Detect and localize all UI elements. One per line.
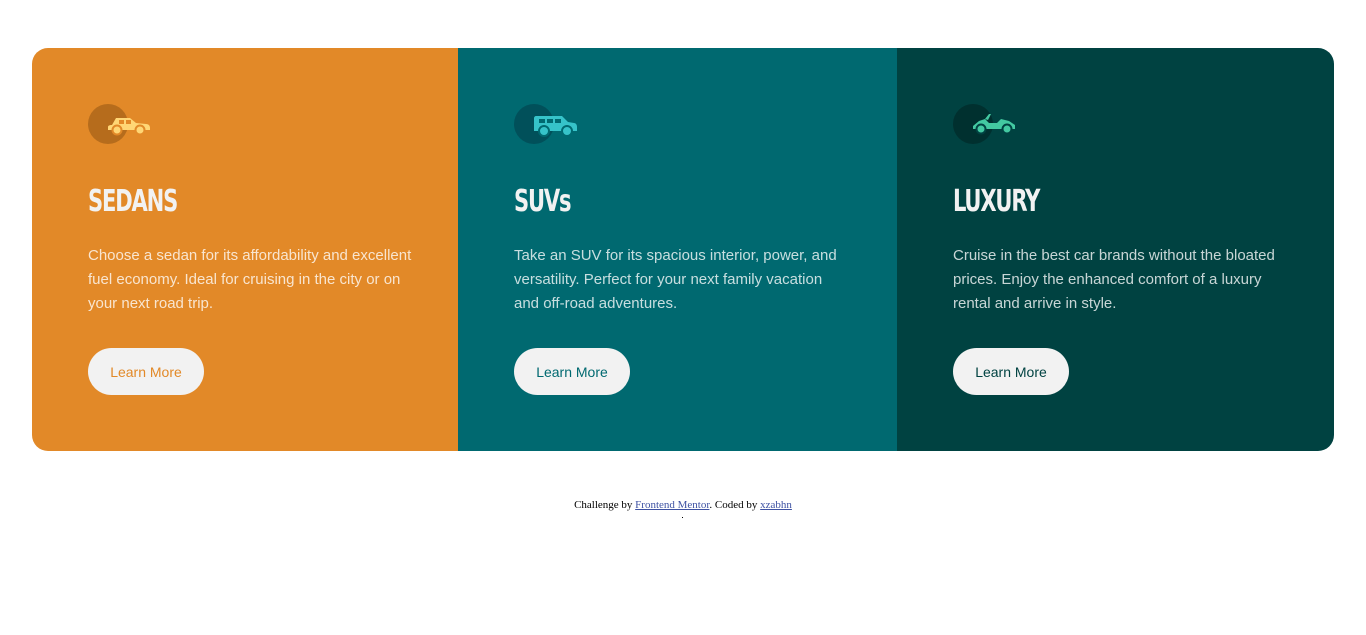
card-suvs: SUVs Take an SUV for its spacious interi… [458, 48, 897, 451]
learn-more-button[interactable]: Learn More [953, 348, 1069, 395]
learn-more-button[interactable]: Learn More [514, 348, 630, 395]
attribution: Challenge by Frontend Mentor. Coded by x… [0, 499, 1366, 511]
author-link[interactable]: xzabhn [760, 499, 792, 511]
attribution-middle: . Coded by [709, 499, 761, 511]
card-title: SEDANS [88, 184, 178, 219]
card-title: SUVs [514, 184, 572, 219]
luxury-car-icon [953, 104, 1017, 144]
car-cards-container: SEDANS Choose a sedan for its affordabil… [32, 48, 1334, 451]
card-luxury: LUXURY Cruise in the best car brands wit… [897, 48, 1334, 451]
card-description: Cruise in the best car brands without th… [953, 247, 1275, 312]
learn-more-button[interactable]: Learn More [88, 348, 204, 395]
sedan-car-icon [88, 104, 152, 144]
footer-dot [682, 517, 683, 518]
suv-car-icon [514, 104, 578, 144]
card-title: LUXURY [953, 184, 1040, 219]
frontend-mentor-link[interactable]: Frontend Mentor [635, 499, 709, 511]
attribution-prefix: Challenge by [574, 499, 636, 511]
card-description: Take an SUV for its spacious interior, p… [514, 247, 837, 312]
card-sedans: SEDANS Choose a sedan for its affordabil… [32, 48, 458, 451]
card-description: Choose a sedan for its affordability and… [88, 247, 412, 312]
